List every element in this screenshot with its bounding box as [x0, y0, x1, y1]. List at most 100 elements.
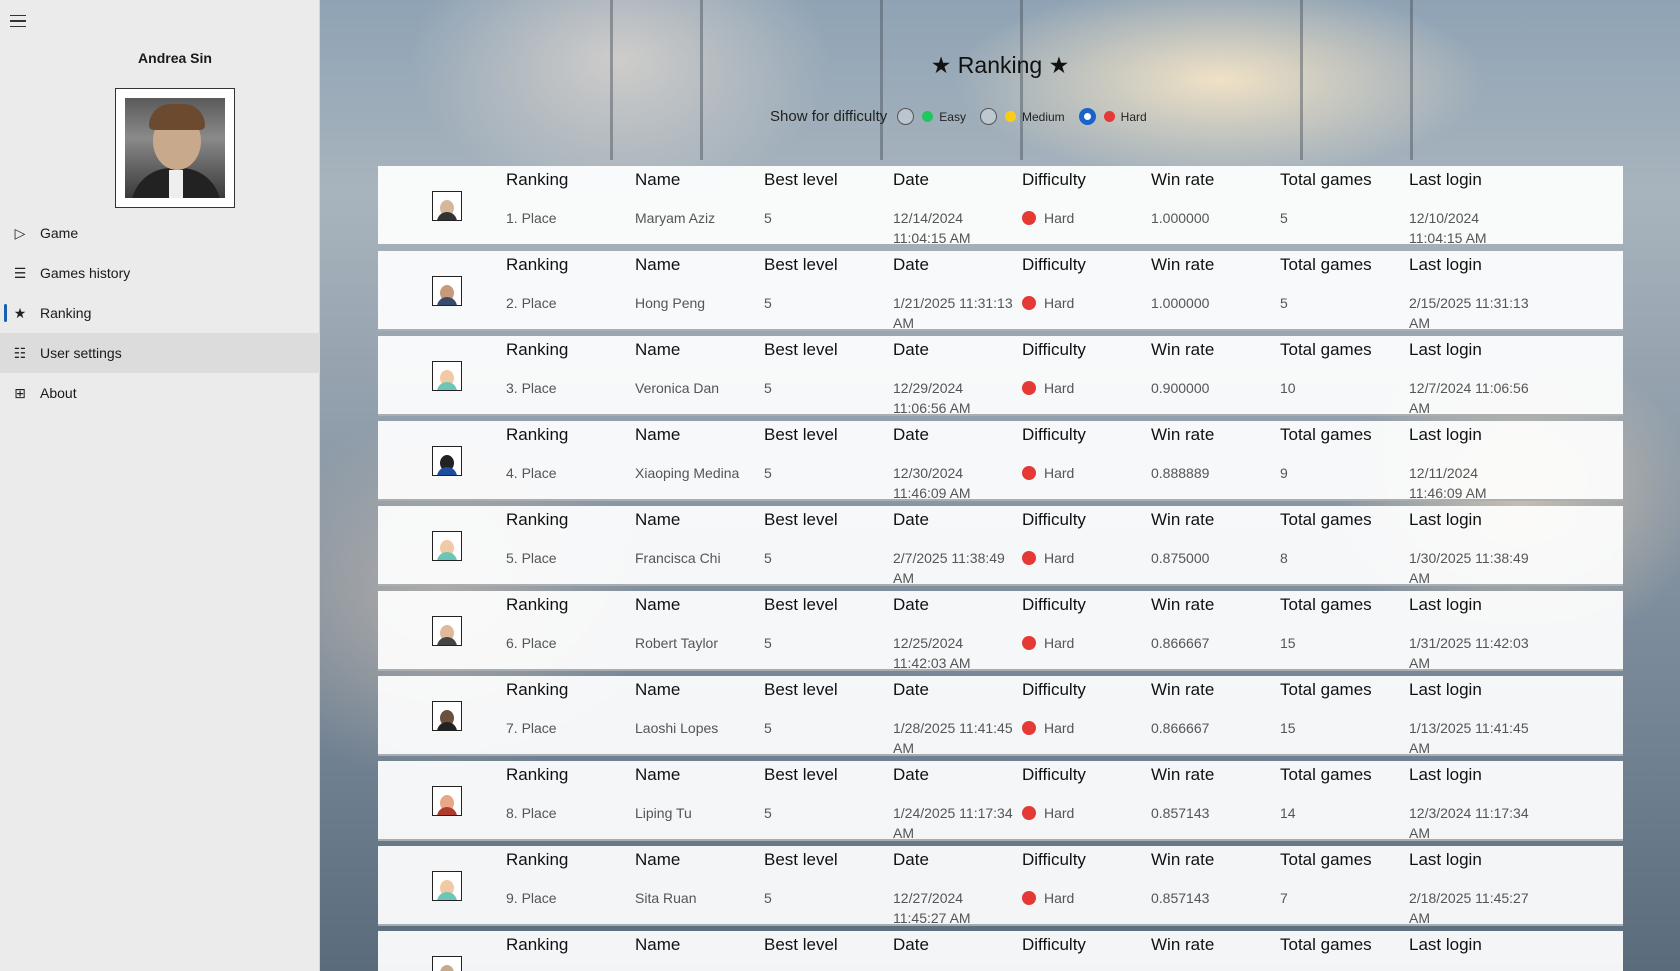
column-header-difficulty: Difficulty [1022, 340, 1086, 359]
column-header-ranking: Ranking [506, 935, 569, 954]
nav-item-label: About [40, 385, 77, 401]
player-avatar-icon [432, 616, 462, 646]
radio-medium[interactable] [979, 108, 997, 125]
column-header-date: Date [893, 170, 929, 189]
player-avatar-icon [432, 701, 462, 731]
column-header-total-games: Total games [1280, 765, 1372, 784]
column-header-name: Name [635, 935, 681, 954]
nav-item-user-settings[interactable]: ☷ User settings [0, 333, 320, 373]
list-icon: ☰ [13, 264, 27, 281]
column-header-best-level: Best level [764, 850, 838, 869]
nav-item-label: Game [40, 225, 79, 241]
nav-item-about[interactable]: ⊞ About [0, 373, 320, 413]
cell-win-rate: 0.900000 [1151, 380, 1210, 396]
ranking-row: Ranking 7. Place Name Laoshi Lopes Best leve… [378, 676, 1623, 756]
cell-name: Francisca Chi [635, 550, 721, 566]
column-header-difficulty: Difficulty [1022, 425, 1086, 444]
sidebar: Andrea Sin ▷ Game ☰ Games history ★ Rank… [0, 0, 320, 971]
cell-date: 12/29/2024 11:06:56 AM [893, 380, 971, 416]
column-header-last-login: Last login [1409, 510, 1482, 529]
cell-last-login: 12/11/2024 11:46:09 AM [1409, 465, 1487, 501]
column-header-total-games: Total games [1280, 340, 1372, 359]
nav-item-games-history[interactable]: ☰ Games history [0, 253, 320, 293]
column-header-difficulty: Difficulty [1022, 255, 1086, 274]
column-header-win-rate: Win rate [1151, 595, 1215, 614]
difficulty-label: Hard [1044, 720, 1075, 736]
difficulty-dot-icon [1022, 551, 1036, 565]
difficulty-dot-icon [1022, 721, 1036, 735]
column-header-last-login: Last login [1409, 255, 1482, 274]
column-header-win-rate: Win rate [1151, 510, 1215, 529]
cell-name: Laoshi Lopes [635, 720, 719, 736]
column-header-difficulty: Difficulty [1022, 170, 1086, 189]
column-header-date: Date [893, 510, 929, 529]
column-header-name: Name [635, 850, 681, 869]
difficulty-value: Hard [1022, 633, 1074, 653]
column-header-difficulty: Difficulty [1022, 935, 1086, 954]
cell-name: Robert Taylor [635, 635, 719, 651]
column-header-total-games: Total games [1280, 510, 1372, 529]
difficulty-value: Hard [1022, 463, 1074, 483]
column-header-ranking: Ranking [506, 850, 569, 869]
cell-win-rate: 0.866667 [1151, 635, 1210, 651]
cell-best-level: 5 [764, 890, 772, 906]
cell-total-games: 9 [1280, 465, 1288, 481]
player-avatar-icon [432, 531, 462, 561]
column-header-win-rate: Win rate [1151, 340, 1215, 359]
option-medium-label: Medium [1021, 109, 1065, 124]
cell-last-login: 2/15/2025 11:31:13 AM [1409, 295, 1529, 331]
difficulty-label: Hard [1044, 805, 1075, 821]
column-header-name: Name [635, 255, 681, 274]
nav-item-label: User settings [40, 345, 122, 361]
cell-last-login: 2/18/2025 11:45:27 AM [1409, 890, 1529, 926]
play-icon: ▷ [14, 224, 26, 241]
cell-total-games: 5 [1280, 210, 1288, 226]
column-header-difficulty: Difficulty [1022, 850, 1086, 869]
column-header-name: Name [635, 340, 681, 359]
user-avatar [115, 88, 235, 208]
nav-item-game[interactable]: ▷ Game [0, 213, 320, 253]
cell-place: 8. Place [506, 805, 557, 821]
cell-best-level: 5 [764, 635, 772, 651]
hamburger-menu-icon[interactable] [10, 12, 32, 30]
cell-total-games: 10 [1280, 380, 1296, 396]
column-header-name: Name [635, 425, 681, 444]
cell-place: 7. Place [506, 720, 557, 736]
column-header-ranking: Ranking [506, 765, 569, 784]
ranking-row: Ranking 6. Place Name Robert Taylor Best lev… [378, 591, 1623, 671]
difficulty-label: Hard [1044, 890, 1075, 906]
nav-item-label: Ranking [40, 305, 92, 321]
hard-dot-icon [1103, 111, 1115, 122]
ranking-row: Ranking 2. Place Name Hong Peng Best level 5 D… [378, 251, 1623, 331]
radio-easy[interactable] [897, 108, 915, 125]
nav-item-ranking[interactable]: ★ Ranking [0, 293, 320, 333]
nav-item-label: Games history [40, 265, 131, 281]
difficulty-value: Hard [1022, 803, 1074, 823]
column-header-date: Date [893, 595, 929, 614]
column-header-total-games: Total games [1280, 170, 1372, 189]
difficulty-value: Hard [1022, 293, 1074, 313]
column-header-win-rate: Win rate [1151, 425, 1215, 444]
cell-best-level: 5 [764, 805, 772, 821]
cell-date: 12/14/2024 11:04:15 AM [893, 210, 971, 246]
column-header-last-login: Last login [1409, 170, 1482, 189]
difficulty-dot-icon [1022, 296, 1036, 310]
column-header-difficulty: Difficulty [1022, 510, 1086, 529]
column-header-total-games: Total games [1280, 935, 1372, 954]
column-header-date: Date [893, 765, 929, 784]
cell-name: Xiaoping Medina [635, 465, 740, 481]
column-header-ranking: Ranking [506, 510, 569, 529]
player-avatar-icon [432, 786, 462, 816]
ranking-row: Ranking 4. Place Name Xiaoping Medina Best l… [378, 421, 1623, 501]
cell-date: 12/27/2024 11:45:27 AM [893, 890, 971, 926]
column-header-date: Date [893, 255, 929, 274]
column-header-best-level: Best level [764, 935, 838, 954]
ranking-page: ★ Ranking ★ Show for difficulty Easy Med… [320, 0, 1680, 971]
radio-hard[interactable] [1078, 108, 1096, 125]
user-list-icon: ☷ [13, 344, 27, 361]
difficulty-label: Hard [1044, 635, 1075, 651]
cell-win-rate: 0.857143 [1151, 805, 1210, 821]
difficulty-label: Hard [1044, 550, 1075, 566]
cell-best-level: 5 [764, 720, 772, 736]
column-header-total-games: Total games [1280, 680, 1372, 699]
